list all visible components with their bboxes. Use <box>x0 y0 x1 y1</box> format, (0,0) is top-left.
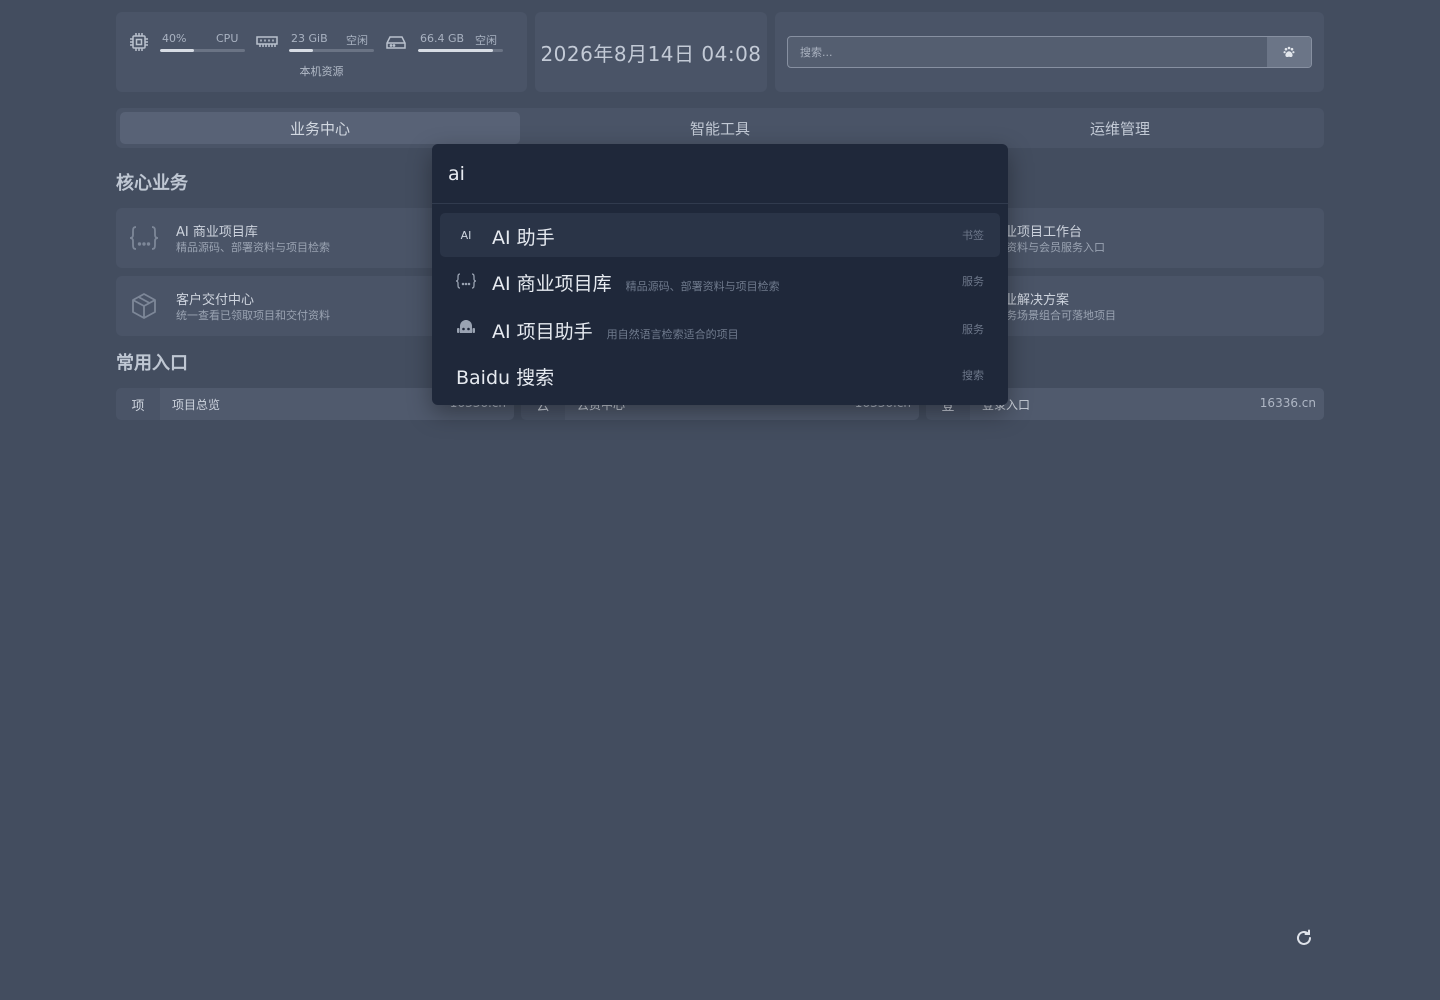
search-panel <box>775 12 1324 92</box>
cpu-label: CPU <box>216 32 239 45</box>
search-input[interactable] <box>788 37 1266 67</box>
memory-label: 空闲 <box>346 34 368 47</box>
search-suggestion-dropdown: AI AI 助手 书签 AI 商业项目库精品源码、部署资料与项目检索 服务 AI… <box>432 144 1008 405</box>
cpu-usage-bar <box>160 49 245 52</box>
suggestion-title: Baidu 搜索 <box>456 367 555 389</box>
suggestion-ai-project-assistant[interactable]: AI 项目助手 用自然语言检索适合的项目 服务 <box>440 307 1000 351</box>
link-body: 登录入口 16336.cn <box>970 388 1324 420</box>
suggestion-type: 书签 <box>962 229 984 242</box>
cpu-value: 40% <box>162 32 187 45</box>
search-engine-button[interactable] <box>1267 37 1311 67</box>
resource-panel: 40% CPU 23 GiB 空闲 66.4 GB 空闲 本机资源 <box>116 12 527 92</box>
suggestion-title: AI 商业项目库 精品源码、部署资料与项目检索 <box>492 273 780 295</box>
code-braces-icon <box>452 270 480 292</box>
common-section-title: 常用入口 <box>116 353 188 374</box>
core-section-title: 核心业务 <box>116 173 188 194</box>
disk-value: 66.4 GB <box>420 32 465 45</box>
robot-icon <box>452 318 480 340</box>
resource-caption: 本机资源 <box>299 65 344 78</box>
memory-usage-bar <box>289 49 374 52</box>
card-desc: 统一查看已领取项目和交付资料 <box>176 309 330 322</box>
link-title: 项目总览 <box>172 398 221 412</box>
card-title: 客户交付中心 <box>176 293 255 308</box>
disk-usage-bar <box>418 49 503 52</box>
card-title: 业解决方案 <box>1004 293 1070 308</box>
code-braces-icon <box>128 223 160 253</box>
clock-text: 2026年8月14日 04:08 <box>540 41 762 66</box>
package-icon <box>128 291 160 321</box>
clock-panel: 2026年8月14日 04:08 <box>535 12 767 92</box>
suggestion-baidu-search[interactable]: Baidu 搜索 搜索 <box>440 353 1000 397</box>
suggestion-type: 搜索 <box>962 369 984 382</box>
refresh-button[interactable] <box>1292 928 1316 952</box>
tab-smart-tools[interactable]: 智能工具 <box>520 112 920 144</box>
suggestion-desc: 用自然语言检索适合的项目 <box>606 328 739 341</box>
card-desc: 资料与会员服务入口 <box>1006 241 1105 254</box>
memory-value: 23 GiB <box>291 32 328 45</box>
tab-business-center[interactable]: 业务中心 <box>120 112 520 144</box>
card-desc: 精品源码、部署资料与项目检索 <box>176 241 330 254</box>
card-title: AI 商业项目库 <box>176 225 258 240</box>
disk-icon <box>385 31 407 53</box>
ai-badge-icon: AI <box>460 228 472 242</box>
suggestion-type: 服务 <box>962 275 984 288</box>
suggestion-ai-project-library[interactable]: AI 商业项目库 精品源码、部署资料与项目检索 服务 <box>440 259 1000 303</box>
search-box <box>787 36 1312 68</box>
card-desc: 务场景组合可落地项目 <box>1006 309 1116 322</box>
tab-ops-management[interactable]: 运维管理 <box>920 112 1320 144</box>
suggestion-title: AI 助手 <box>492 227 555 249</box>
memory-icon <box>256 31 278 53</box>
suggestion-desc: 精品源码、部署资料与项目检索 <box>625 280 780 293</box>
suggestion-type: 服务 <box>962 323 984 336</box>
category-tabs: 业务中心 智能工具 运维管理 <box>116 108 1324 148</box>
dropdown-query-input[interactable] <box>432 144 1008 204</box>
suggestion-title: AI 项目助手 用自然语言检索适合的项目 <box>492 321 739 343</box>
baidu-paw-icon <box>1283 43 1295 62</box>
refresh-icon <box>1295 929 1313 951</box>
cpu-icon <box>128 31 150 53</box>
disk-label: 空闲 <box>475 34 497 47</box>
suggestion-ai-assistant[interactable]: AI AI 助手 书签 <box>440 213 1000 257</box>
link-domain: 16336.cn <box>1259 396 1316 410</box>
link-badge: 项 <box>131 398 145 414</box>
card-title: 业项目工作台 <box>1004 225 1083 240</box>
